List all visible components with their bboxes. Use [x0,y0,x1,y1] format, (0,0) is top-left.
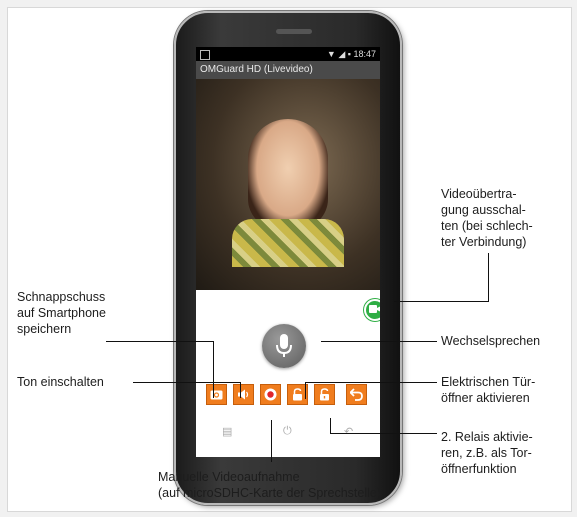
unlock-2-icon [320,388,329,401]
callout-line [394,301,489,302]
record-button[interactable] [260,384,281,405]
status-icons: ▼ ◢ ▪ [326,49,351,59]
label-sound: Ton einschalten [17,375,104,389]
callout-line [321,341,437,342]
callout-line [106,341,213,342]
visitor-scarf [232,219,344,267]
label-relay-2: 2. Relais aktivie- ren, z.B. als Tor- öf… [441,430,533,476]
callout-line [305,382,437,383]
callout-line [133,382,240,383]
status-time: 18:47 [353,49,376,59]
notification-icon [200,50,210,60]
phone-screen: ▼ ◢ ▪ 18:47 OMGuard HD (Livevideo) [196,47,380,457]
status-bar: ▼ ◢ ▪ 18:47 [196,47,380,61]
back-arrow-icon [350,388,363,401]
callout-line [271,420,272,462]
camera-icon [210,390,223,400]
label-snapshot: Schnappschuss auf Smartphone speichern [17,290,106,336]
visitor-face [248,119,328,229]
callout-line [330,418,331,434]
back-softkey-icon[interactable]: ↶ [344,425,353,438]
unlock-icon [293,388,302,401]
callout-line [240,382,241,398]
microphone-icon [276,334,292,357]
live-video [196,79,380,290]
snapshot-button[interactable] [206,384,227,405]
label-video-off: Videoübertra- gung ausschal- ten (bei sc… [441,187,533,249]
home-softkey-icon[interactable]: ⏻ [283,425,292,438]
callout-line [213,341,214,398]
intercom-button[interactable] [262,324,306,368]
callout-line [330,433,437,434]
app-title: OMGuard HD (Livevideo) [196,61,380,79]
relay-2-button[interactable] [314,384,335,405]
speaker-icon [238,389,249,400]
video-off-button[interactable] [364,299,380,321]
label-record: Manuelle Videoaufnahme (auf microSDHC-Ka… [158,470,381,500]
callout-line [488,253,489,302]
sound-button[interactable] [233,384,254,405]
label-door-opener: Elektrischen Tür- öffner aktivieren [441,375,536,405]
earpiece-speaker [276,29,312,34]
callout-line [305,382,306,399]
record-icon [264,388,277,401]
label-intercom: Wechselsprechen [441,334,541,348]
camera-off-icon [369,305,380,313]
back-button[interactable] [346,384,367,405]
menu-softkey-icon[interactable]: ▤ [222,425,232,438]
smartphone: ▼ ◢ ▪ 18:47 OMGuard HD (Livevideo) ▤ ⏻ ↶ [174,11,402,505]
